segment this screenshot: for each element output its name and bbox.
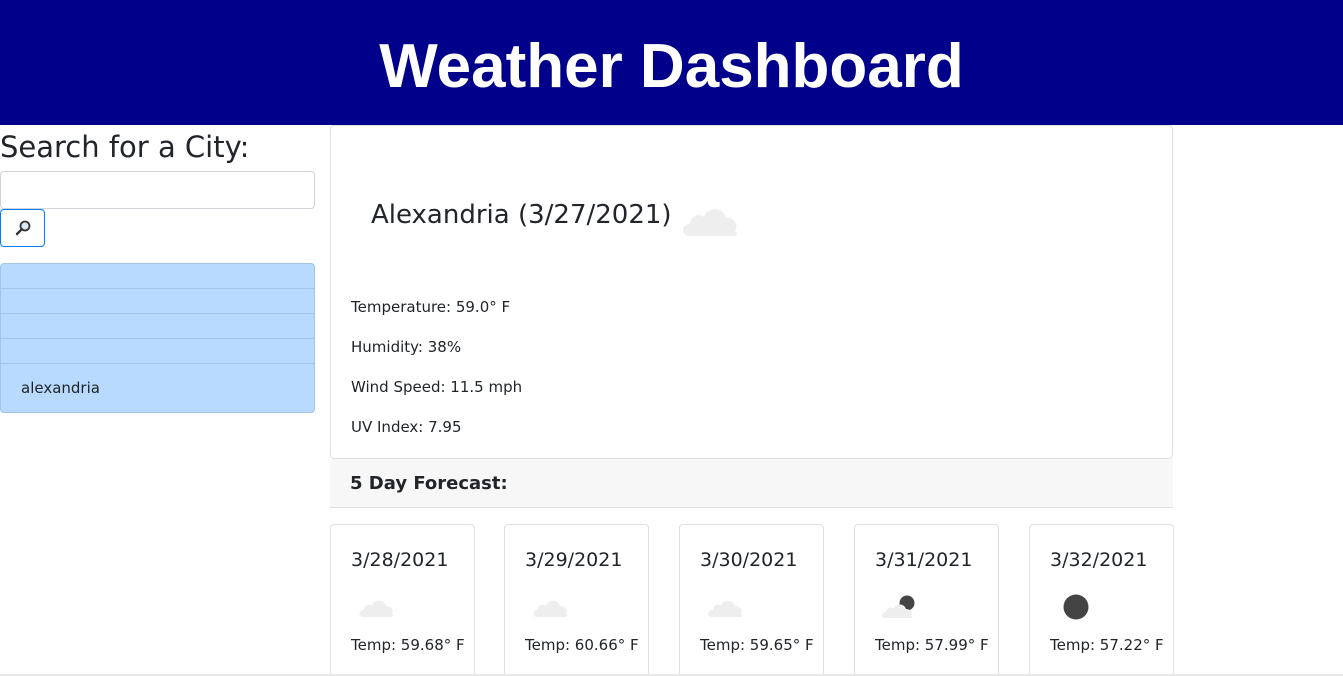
forecast-date: 3/32/2021 (1050, 549, 1148, 571)
humidity-text: Humidity: 38% (351, 338, 462, 356)
page-header: Weather Dashboard (0, 0, 1343, 125)
cloud-moon-icon (882, 595, 915, 618)
wind-speed-text: Wind Speed: 11.5 mph (351, 378, 523, 396)
city-search-input[interactable] (0, 171, 315, 209)
history-item[interactable] (1, 289, 314, 314)
cloud-icon (708, 600, 743, 617)
cloud-icon (683, 209, 737, 236)
forecast-date: 3/31/2021 (875, 549, 973, 571)
forecast-card: 3/29/2021 Temp: 60.66° F (504, 524, 649, 676)
forecast-card: 3/30/2021 Temp: 59.65° F (679, 524, 824, 676)
forecast-card: 3/32/2021 Temp: 57.22° F (1029, 524, 1174, 676)
forecast-date: 3/28/2021 (351, 549, 449, 571)
current-weather-card: Alexandria (3/27/2021) Temperature: 59.0… (330, 125, 1173, 459)
forecast-date: 3/30/2021 (700, 549, 798, 571)
uv-index-text: UV Index: 7.95 (351, 418, 462, 436)
history-item[interactable] (1, 314, 314, 339)
forecast-temp: Temp: 57.99° F (875, 636, 989, 654)
forecast-temp: Temp: 59.68° F (351, 636, 465, 654)
temperature-text: Temperature: 59.0° F (351, 298, 511, 316)
forecast-header: 5 Day Forecast: (330, 459, 1173, 508)
forecast-card: 3/28/2021 Temp: 59.68° F (330, 524, 475, 676)
history-item[interactable] (1, 264, 314, 289)
current-city-title: Alexandria (3/27/2021) (371, 200, 672, 230)
cloud-icon (359, 600, 394, 617)
forecast-temp: Temp: 60.66° F (525, 636, 639, 654)
magnifier-icon (15, 220, 30, 236)
search-button[interactable] (0, 209, 45, 247)
page-title: Weather Dashboard (379, 32, 964, 101)
forecast-date: 3/29/2021 (525, 549, 623, 571)
history-item[interactable] (1, 339, 314, 364)
forecast-card: 3/31/2021 Temp: 57.99° F (854, 524, 999, 676)
forecast-temp: Temp: 57.22° F (1050, 636, 1164, 654)
forecast-heading: 5 Day Forecast: (350, 473, 508, 494)
search-label: Search for a City: (0, 130, 250, 164)
forecast-temp: Temp: 59.65° F (700, 636, 814, 654)
search-history-list: alexandria (0, 263, 315, 413)
cloud-icon (533, 600, 568, 617)
moon-icon (1063, 594, 1089, 620)
history-item-alexandria[interactable]: alexandria (1, 364, 314, 412)
